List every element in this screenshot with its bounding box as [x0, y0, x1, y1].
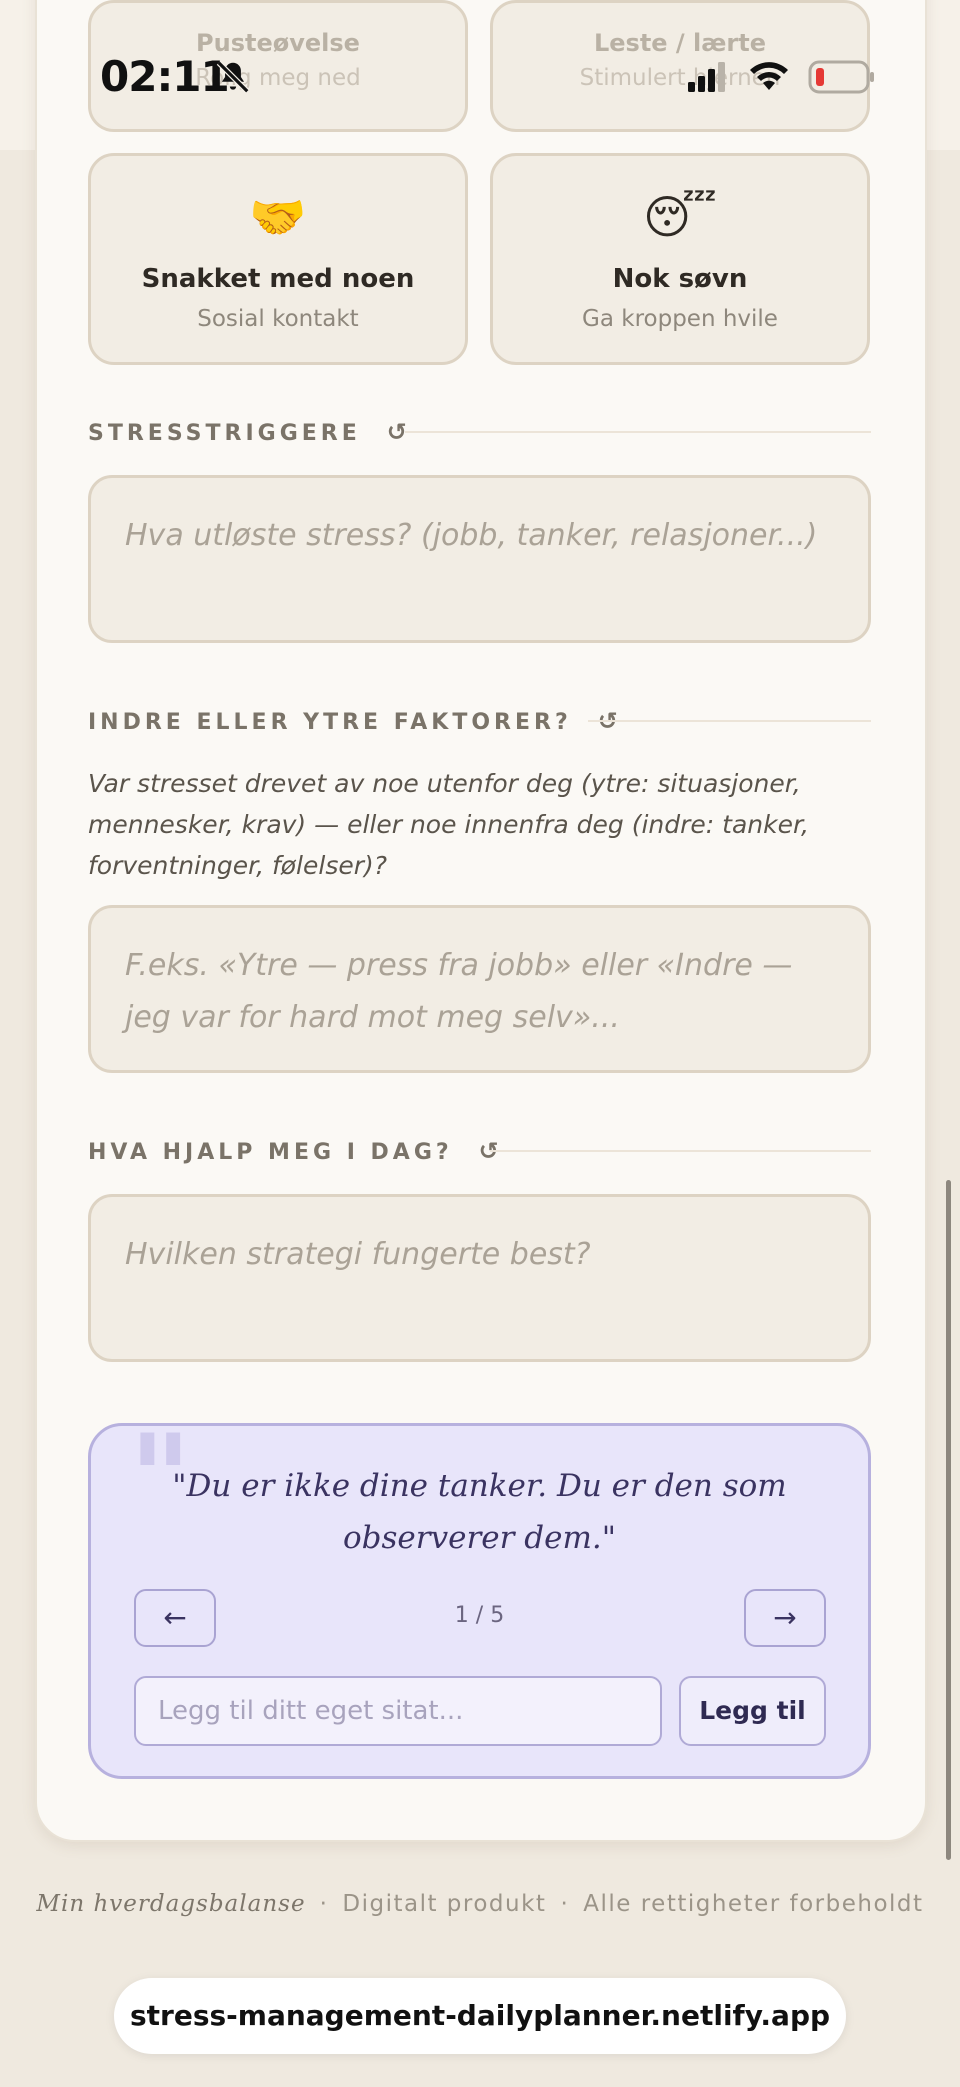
- helped-textarea[interactable]: Hvilken strategi fungerte best?: [88, 1194, 871, 1362]
- section-divider: [588, 720, 871, 722]
- browser-url-bar[interactable]: stress-management-dailyplanner.netlify.a…: [114, 1978, 846, 2054]
- footer-product: Digitalt produkt: [342, 1891, 547, 1917]
- section-divider: [405, 431, 871, 433]
- footer-separator: ·: [560, 1891, 570, 1917]
- helped-placeholder: Hvilken strategi fungerte best?: [125, 1237, 591, 1272]
- signal-icon: [688, 62, 725, 92]
- page-footer: Min hverdagsbalanse · Digitalt produkt · All…: [0, 1891, 960, 1917]
- footer-separator: ·: [319, 1891, 329, 1917]
- tile-subtitle: Ga kroppen hvile: [582, 306, 778, 332]
- footer-brand: Min hverdagsbalanse: [36, 1891, 306, 1917]
- factors-textarea[interactable]: F.eks. «Ytre — press fra jobb» eller «In…: [88, 905, 871, 1073]
- quote-card: " "Du er ikke dine tanker. Du er den som…: [88, 1408, 871, 1779]
- battery-low-icon: [808, 60, 874, 94]
- section-title: STRESSTRIGGERE: [88, 421, 361, 446]
- custom-quote-placeholder: Legg til ditt eget sitat...: [158, 1696, 464, 1726]
- section-title: INDRE ELLER YTRE FAKTORER?: [88, 710, 572, 735]
- tile-subtitle: Sosial kontakt: [197, 306, 359, 332]
- section-triggers-header: STRESSTRIGGERE ↺: [88, 418, 407, 446]
- status-bar: 02:11: [0, 0, 960, 150]
- section-divider: [490, 1150, 871, 1152]
- activity-tile-social[interactable]: 🤝 Snakket med noen Sosial kontakt: [88, 153, 468, 365]
- tile-title: Snakket med noen: [141, 264, 415, 294]
- triggers-placeholder: Hva utløste stress? (jobb, tanker, relas…: [125, 518, 818, 553]
- footer-rights: Alle rettigheter forbeholdt: [583, 1891, 924, 1917]
- status-time: 02:11: [100, 52, 230, 101]
- handshake-icon: 🤝: [249, 190, 307, 244]
- section-factors-header: INDRE ELLER YTRE FAKTORER? ↺: [88, 707, 618, 735]
- wifi-icon: [750, 62, 788, 90]
- activity-tile-sleep[interactable]: 😴 Nok søvn Ga kroppen hvile: [490, 153, 870, 365]
- factors-placeholder: F.eks. «Ytre — press fra jobb» eller «In…: [125, 948, 793, 1035]
- section-helped-header: HVA HJALP MEG I DAG? ↺: [88, 1137, 499, 1165]
- next-quote-button[interactable]: →: [744, 1589, 826, 1647]
- section-title: HVA HJALP MEG I DAG?: [88, 1140, 453, 1165]
- quote-text: "Du er ikke dine tanker. Du er den som o…: [172, 1468, 787, 1556]
- factors-description: Var stresset drevet av noe utenfor deg (…: [88, 769, 809, 880]
- mute-icon: [216, 60, 250, 94]
- sleeping-face-icon: 😴: [643, 190, 717, 244]
- reset-icon[interactable]: ↺: [387, 418, 407, 446]
- tile-title: Nok søvn: [612, 264, 748, 294]
- custom-quote-input[interactable]: Legg til ditt eget sitat...: [134, 1676, 662, 1746]
- triggers-textarea[interactable]: Hva utløste stress? (jobb, tanker, relas…: [88, 475, 871, 643]
- page-scrollbar[interactable]: [946, 1180, 951, 1860]
- add-quote-button[interactable]: Legg til: [679, 1676, 826, 1746]
